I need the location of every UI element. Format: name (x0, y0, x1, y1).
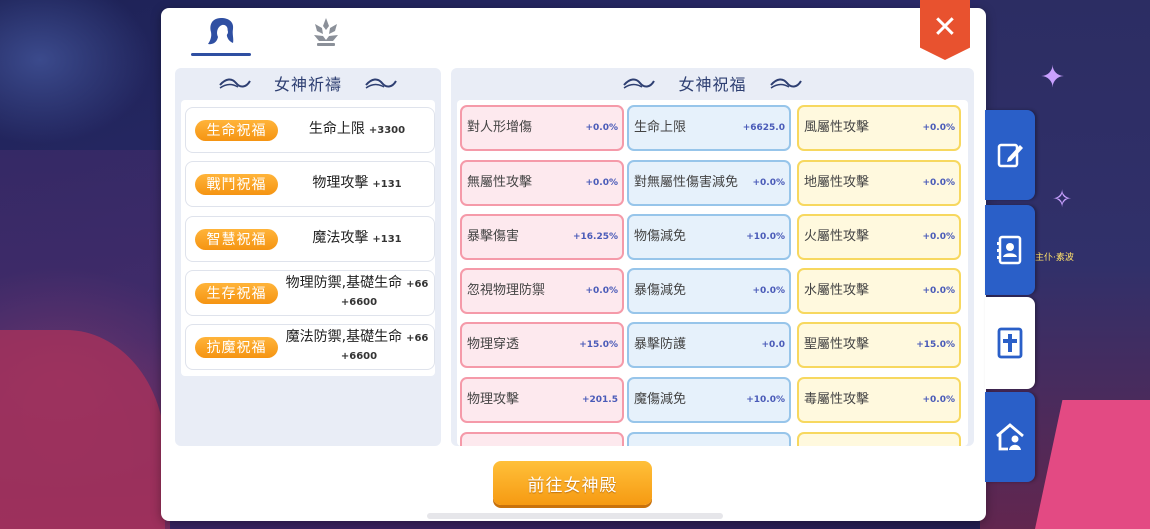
wave-ornament-icon (219, 78, 251, 89)
home-person-icon (996, 423, 1024, 451)
go-to-goddess-temple-button[interactable]: 前往女神殿 (493, 461, 652, 505)
tab-goddess-prayer[interactable] (191, 8, 251, 56)
wave-ornament-icon (623, 78, 656, 89)
section-header: 女神祈禱 (175, 68, 441, 98)
side-tab-bible[interactable] (985, 297, 1035, 389)
goddess-hair-icon (208, 18, 234, 45)
blessing-effect: 魔法防禦,基礎生命 +66 +6600 (285, 329, 429, 362)
stat-cell: 生命上限 +6625.0 (627, 105, 791, 151)
stat-cell: 魔傷減免 +10.0% (627, 377, 791, 423)
stat-cell: 毒屬性攻擊 +0.0% (797, 377, 961, 423)
background-player-name: 主仆·素波 (1035, 253, 1074, 263)
stat-cell: 對無屬性傷害減免 +0.0% (627, 160, 791, 206)
stat-cell-partial (460, 432, 624, 446)
stat-cell: 風屬性攻擊 +0.0% (797, 105, 961, 151)
stat-cell-partial (797, 432, 961, 446)
stat-cell: 物理穿透 +15.0% (460, 322, 624, 368)
stat-cell: 暴擊防護 +0.0 (627, 322, 791, 368)
horizontal-scrollbar[interactable] (427, 513, 723, 519)
wave-ornament-icon (365, 78, 397, 89)
stat-cell: 物傷減免 +10.0% (627, 214, 791, 260)
contacts-icon (997, 235, 1022, 265)
blessing-row: 抗魔祝福 魔法防禦,基礎生命 +66 +6600 (185, 324, 435, 370)
stat-cell: 物理攻擊 +201.5 (460, 377, 624, 423)
side-tab-home[interactable] (985, 392, 1035, 482)
blessing-badge: 生命祝福 (195, 119, 278, 141)
stat-cell: 火屬性攻擊 +0.0% (797, 214, 961, 260)
stat-cell: 暴擊傷害 +16.25% (460, 214, 624, 260)
side-tab-notes[interactable] (985, 110, 1035, 200)
blessing-row: 智慧祝福 魔法攻擊 +131 (185, 216, 435, 262)
background-character-2: ✧ (1052, 185, 1073, 213)
blessing-row: 生存祝福 物理防禦,基礎生命 +66 +6600 (185, 270, 435, 316)
stat-cell: 對人形增傷 +0.0% (460, 105, 624, 151)
section-header: 女神祝福 (451, 68, 974, 98)
close-button[interactable]: ✕ (920, 0, 970, 60)
bible-icon (997, 327, 1023, 359)
blessing-row: 戰鬥祝福 物理攻擊 +131 (185, 161, 435, 207)
blessing-badge: 戰鬥祝福 (195, 173, 278, 195)
stat-cell: 忽視物理防禦 +0.0% (460, 268, 624, 314)
blessing-effect: 生命上限 +3300 (308, 121, 406, 137)
stat-cell-partial (627, 432, 791, 446)
lotus-icon (314, 18, 338, 46)
stat-cell: 地屬性攻擊 +0.0% (797, 160, 961, 206)
blessing-badge: 生存祝福 (195, 282, 278, 304)
blessing-badge: 抗魔祝福 (195, 336, 278, 358)
stat-cell: 水屬性攻擊 +0.0% (797, 268, 961, 314)
stat-cell: 聖屬性攻擊 +15.0% (797, 322, 961, 368)
blessing-effect: 物理防禦,基礎生命 +66 +6600 (285, 275, 429, 308)
wave-ornament-icon (769, 78, 802, 89)
note-edit-icon (997, 143, 1023, 168)
section-title: 女神祈禱 (273, 75, 342, 94)
background-character: ✦ (1040, 60, 1066, 95)
blessing-effect: 魔法攻擊 +131 (312, 230, 402, 246)
blessing-effect: 物理攻擊 +131 (312, 175, 402, 191)
stat-cell: 無屬性攻擊 +0.0% (460, 160, 624, 206)
stat-cell: 暴傷減免 +0.0% (627, 268, 791, 314)
blessing-row: 生命祝福 生命上限 +3300 (185, 107, 435, 153)
side-tab-contacts[interactable] (985, 205, 1035, 295)
section-title: 女神祝福 (678, 75, 747, 94)
tab-goddess-lotus[interactable] (296, 8, 356, 56)
blessing-badge: 智慧祝福 (195, 228, 278, 250)
